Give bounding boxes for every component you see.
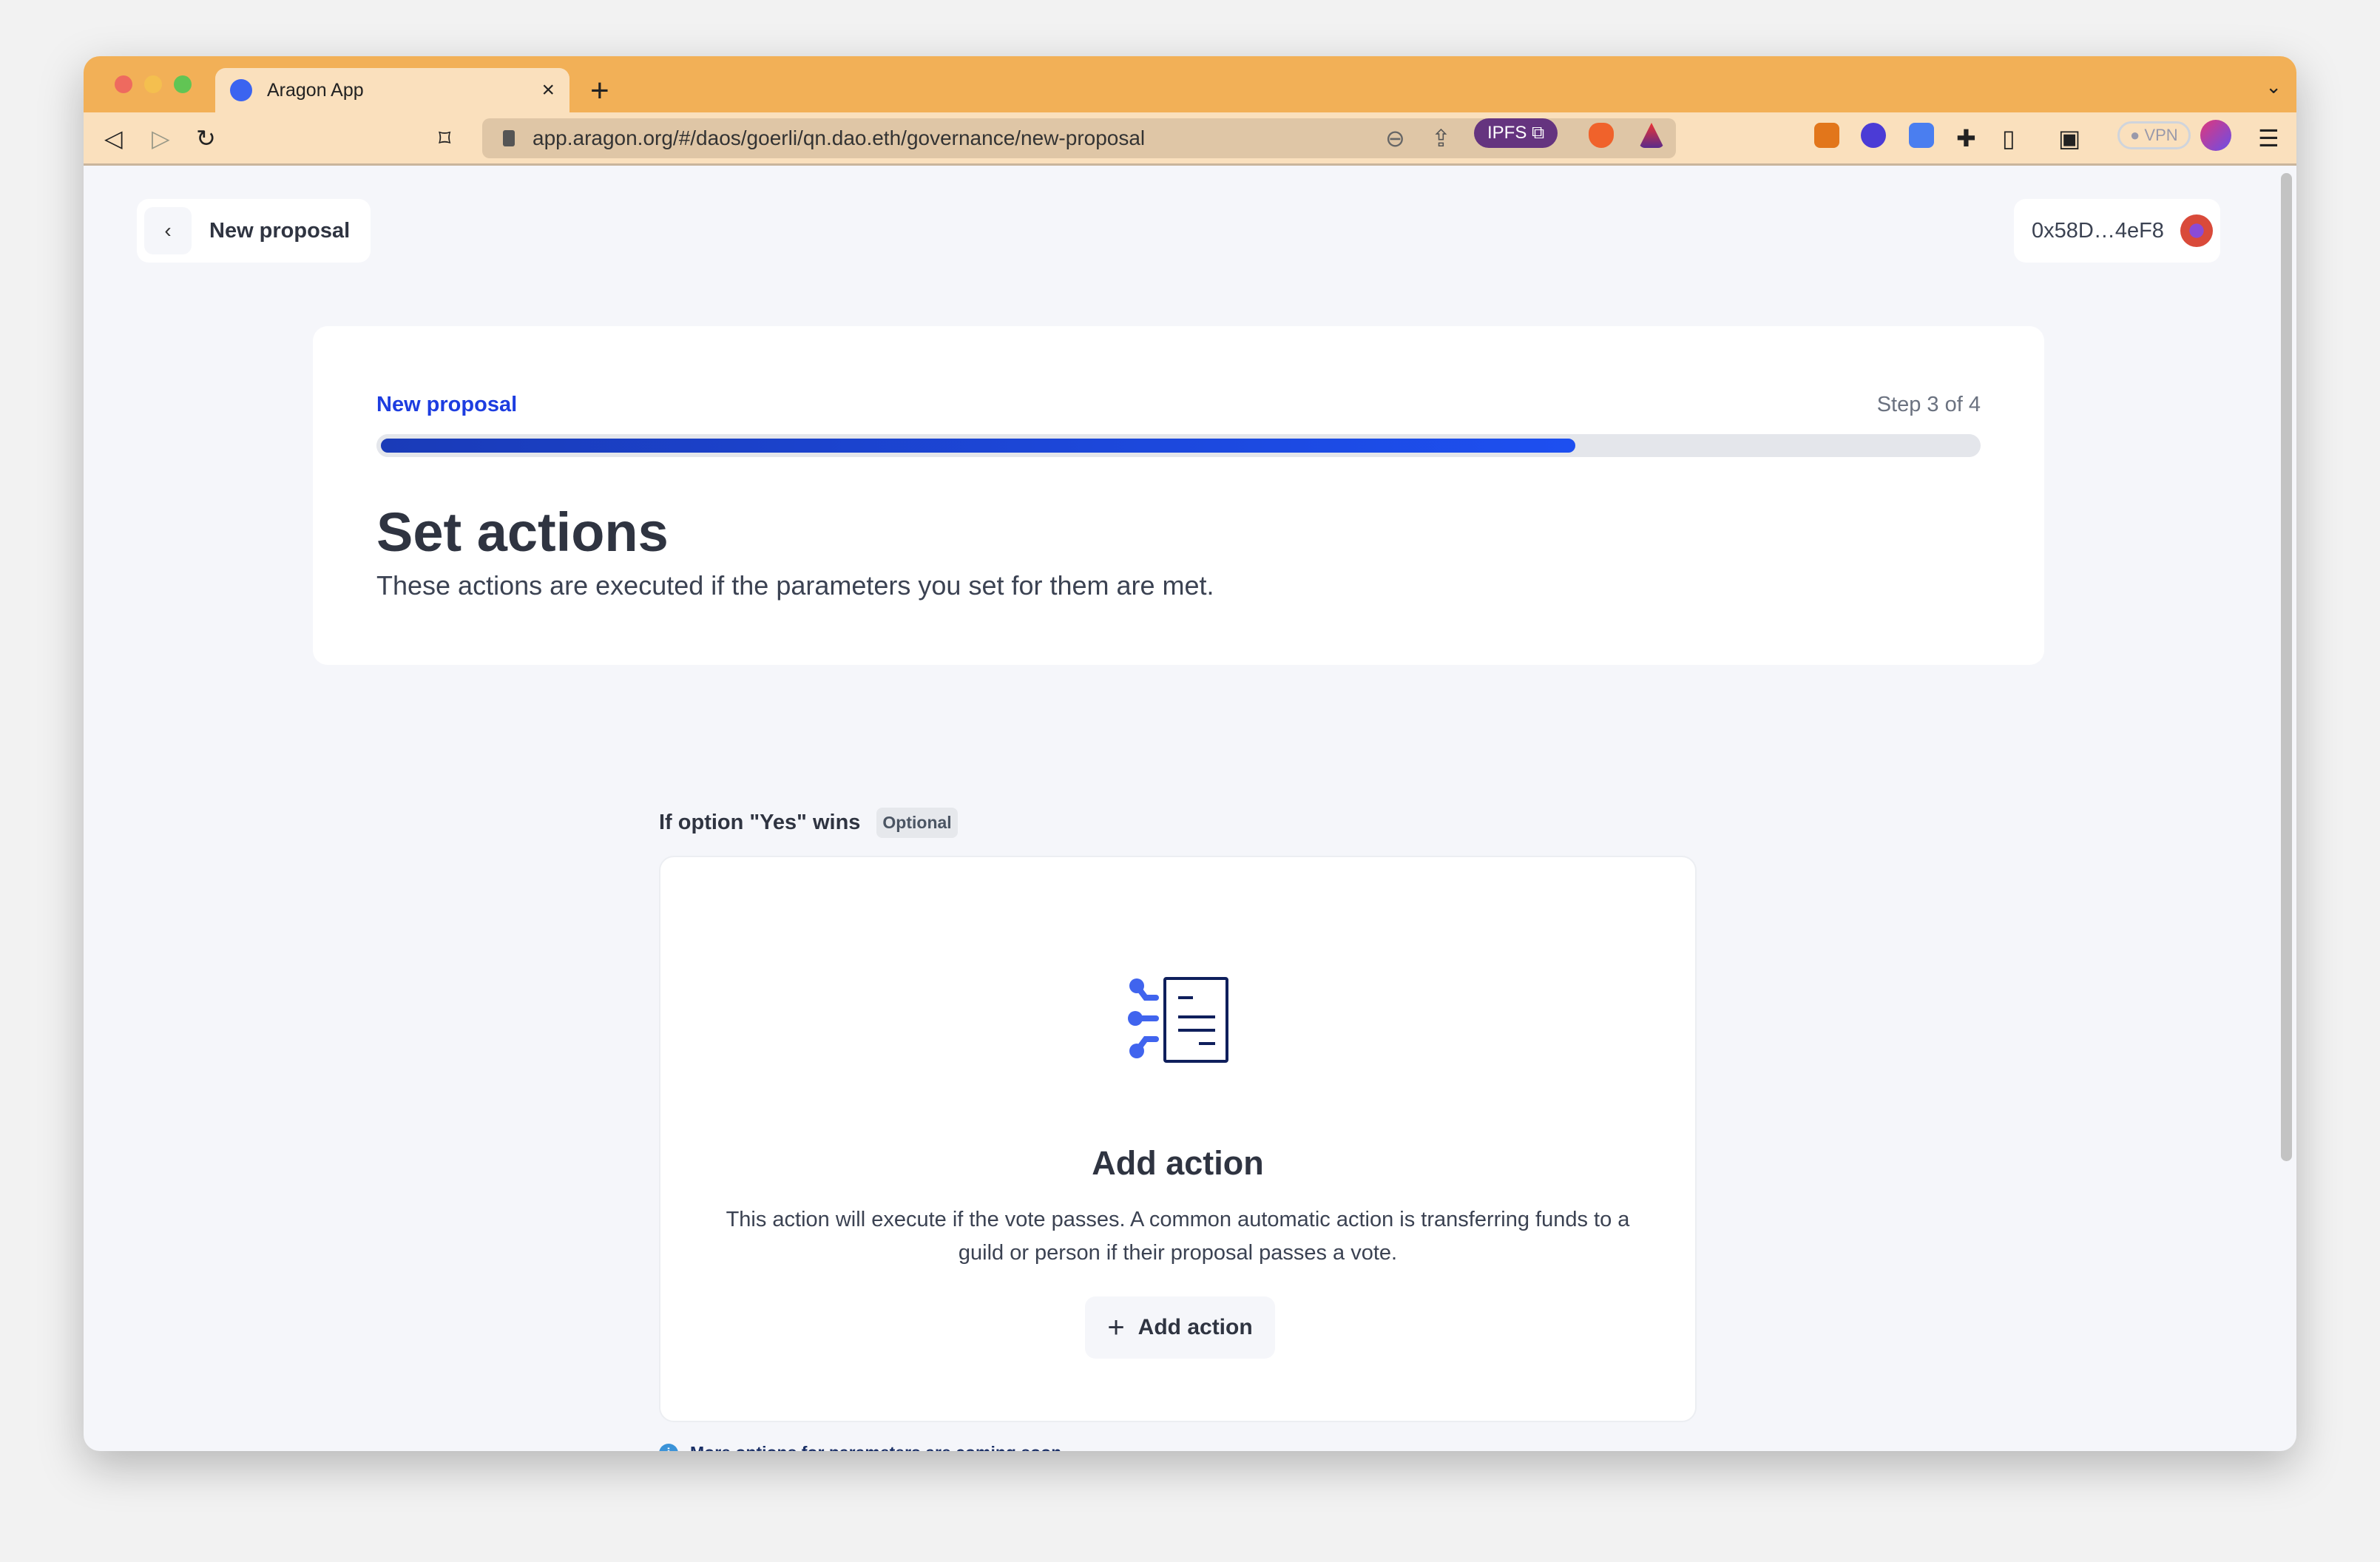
- ipfs-label: IPFS: [1487, 123, 1527, 143]
- step-indicator: Step 3 of 4: [1876, 393, 1981, 416]
- profile-avatar[interactable]: [2200, 120, 2231, 151]
- bookmark-icon[interactable]: ⌑: [439, 124, 450, 152]
- browser-window: Aragon App × + ⌄ ◁ ▷ ↻ ⌑ app.aragon.org/…: [84, 56, 2296, 1451]
- sidebar-icon[interactable]: ▯: [2002, 124, 2015, 152]
- tab-list-chevron-icon[interactable]: ⌄: [2265, 75, 2282, 98]
- ipfs-button[interactable]: IPFS ⧉: [1474, 118, 1558, 148]
- aragon-favicon-icon: [230, 79, 252, 101]
- add-action-label: Add action: [1137, 1315, 1253, 1339]
- progress-fill: [376, 434, 1580, 457]
- scrollbar[interactable]: [2281, 173, 2292, 1161]
- actions-list-icon: [1128, 977, 1228, 1063]
- browser-tab[interactable]: Aragon App ×: [215, 68, 569, 112]
- lock-icon: [503, 130, 515, 146]
- empty-state-title: Add action: [1092, 1144, 1264, 1182]
- extension-ghost-icon[interactable]: [1861, 123, 1886, 148]
- wallet-address: 0x58D…4eF8: [2032, 218, 2164, 243]
- tab-title: Aragon App: [267, 79, 364, 101]
- info-note: i More options for parameters are coming…: [659, 1443, 1066, 1451]
- vpn-label: VPN: [2144, 126, 2178, 144]
- empty-state-description: This action will execute if the vote pas…: [726, 1208, 1630, 1265]
- minimize-window-button[interactable]: [144, 75, 162, 93]
- back-icon[interactable]: ◁: [104, 124, 123, 152]
- info-icon: i: [659, 1443, 678, 1451]
- info-text: More options for parameters are coming s…: [690, 1443, 1066, 1451]
- url-text: app.aragon.org/#/daos/goerli/qn.dao.eth/…: [533, 126, 1146, 149]
- nav-title: New proposal: [209, 218, 351, 243]
- forward-icon[interactable]: ▷: [152, 124, 170, 152]
- wallet-avatar: [2180, 214, 2213, 247]
- wallet-button[interactable]: 0x58D…4eF8: [2014, 199, 2220, 263]
- wallet-icon[interactable]: ▣: [2058, 124, 2080, 152]
- share-icon[interactable]: ⇪: [1431, 124, 1451, 152]
- close-window-button[interactable]: [115, 75, 132, 93]
- page-subtitle: These actions are executed if the parame…: [376, 570, 1214, 601]
- page-title: Set actions: [376, 501, 669, 563]
- menu-icon[interactable]: ☰: [2258, 124, 2279, 152]
- progress-bar: [376, 434, 1981, 457]
- section-header: If option "Yes" wins Optional: [659, 808, 958, 838]
- new-tab-button[interactable]: +: [590, 72, 609, 109]
- page-content: ‹ New proposal 0x58D…4eF8 New proposal S…: [84, 166, 2296, 1451]
- zoom-out-icon[interactable]: ⊖: [1385, 124, 1405, 152]
- maximize-window-button[interactable]: [174, 75, 192, 93]
- back-button[interactable]: ‹: [144, 207, 192, 254]
- wizard-header-card: New proposal Step 3 of 4 Set actions The…: [313, 326, 2044, 665]
- nav-back: ‹ New proposal: [137, 199, 371, 263]
- extension-blue-icon[interactable]: [1909, 123, 1934, 148]
- actions-empty-state: Add action This action will execute if t…: [659, 856, 1697, 1422]
- reload-icon[interactable]: ↻: [196, 124, 216, 152]
- plus-icon: +: [1107, 1311, 1125, 1344]
- section-title: If option "Yes" wins: [659, 811, 861, 834]
- wizard-label: New proposal: [376, 393, 518, 416]
- vpn-button[interactable]: ● VPN: [2117, 121, 2191, 149]
- brave-shields-icon[interactable]: [1589, 123, 1614, 148]
- metamask-icon[interactable]: [1814, 123, 1839, 148]
- add-action-button[interactable]: + Add action: [1085, 1296, 1275, 1359]
- title-bar: Aragon App × + ⌄: [84, 56, 2296, 112]
- close-tab-icon[interactable]: ×: [541, 78, 555, 103]
- extensions-puzzle-icon[interactable]: ✚: [1956, 124, 1976, 152]
- optional-badge: Optional: [876, 808, 958, 838]
- browser-toolbar: ◁ ▷ ↻ ⌑ app.aragon.org/#/daos/goerli/qn.…: [84, 112, 2296, 166]
